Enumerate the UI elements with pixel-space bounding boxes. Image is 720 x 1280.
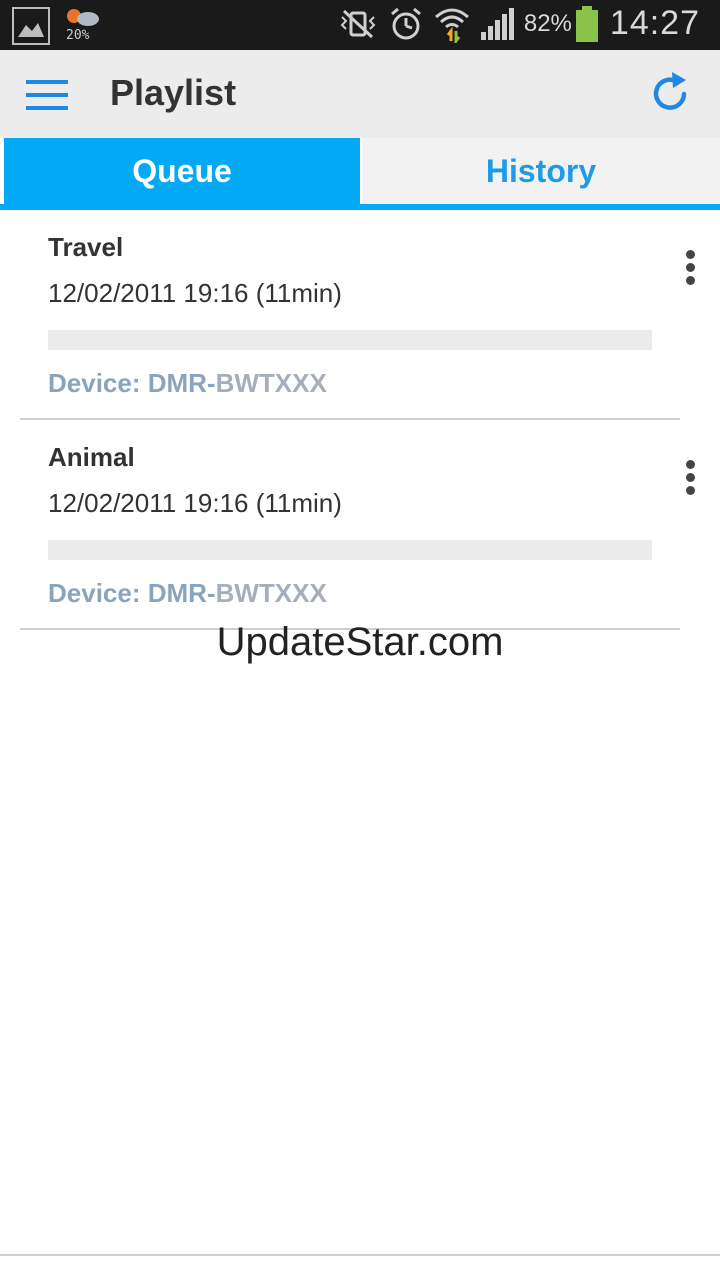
alarm-icon — [388, 6, 424, 42]
item-title: Travel — [48, 232, 124, 262]
app-bar: Playlist — [0, 50, 720, 138]
device-label: Device: DMR- — [48, 578, 216, 608]
mute-vibrate-icon — [338, 9, 378, 39]
device-model: BWTXXX — [215, 368, 327, 398]
signal-icon — [480, 7, 514, 40]
page-title: Playlist — [110, 72, 237, 113]
playlist-queue-list: Travel 12/02/2011 19:16 (11min) Device: … — [0, 210, 720, 630]
menu-icon[interactable] — [26, 80, 70, 112]
status-bar: 20% 82% 14:27 — [0, 0, 720, 50]
tab-history[interactable]: History — [362, 138, 720, 204]
device-label: Device: DMR- — [48, 368, 216, 398]
item-time: 12/02/2011 19:16 (11min) — [48, 488, 342, 518]
watermark: UpdateStar.com — [216, 620, 504, 664]
tab-bar: Queue History — [0, 138, 720, 210]
battery-icon — [575, 5, 598, 42]
wifi-icon — [434, 5, 470, 43]
list-item[interactable]: Travel 12/02/2011 19:16 (11min) Device: … — [0, 210, 720, 420]
divider — [0, 1254, 720, 1256]
item-device: Device: DMR-BWTXXX — [48, 368, 327, 399]
item-time: 12/02/2011 19:16 (11min) — [48, 278, 342, 308]
battery-percent: 82% — [523, 9, 572, 37]
progress-bar — [48, 540, 652, 560]
gallery-icon — [12, 7, 50, 45]
device-model: BWTXXX — [215, 578, 327, 608]
clock: 14:27 — [609, 4, 700, 42]
item-title: Animal — [48, 442, 135, 472]
weather-icon: 20% — [62, 6, 102, 46]
overflow-menu-icon[interactable] — [678, 460, 702, 500]
progress-bar — [48, 330, 652, 350]
item-device: Device: DMR-BWTXXX — [48, 578, 327, 609]
list-item[interactable]: Animal 12/02/2011 19:16 (11min) Device: … — [0, 420, 720, 630]
tab-queue[interactable]: Queue — [4, 138, 360, 204]
overflow-menu-icon[interactable] — [678, 250, 702, 290]
refresh-icon[interactable] — [646, 70, 694, 118]
weather-percent: 20% — [66, 28, 90, 43]
